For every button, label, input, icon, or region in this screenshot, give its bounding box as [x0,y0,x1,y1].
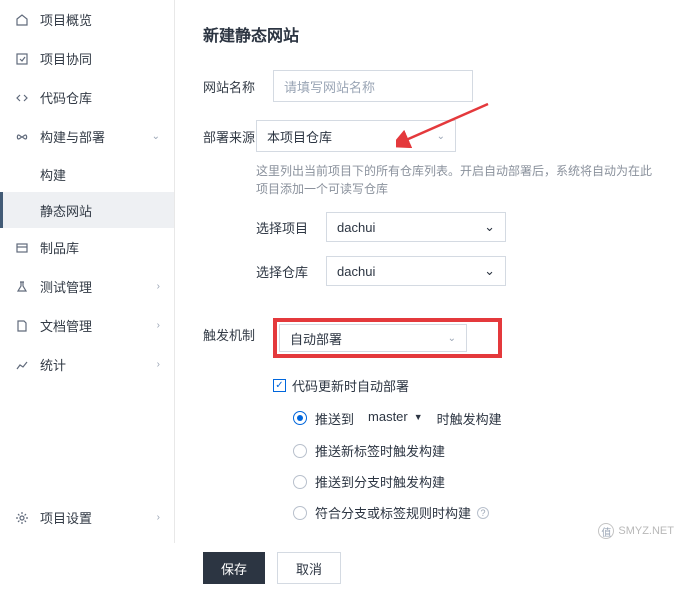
site-name-input[interactable]: 请填写网站名称 [273,70,473,102]
sidebar-label: 测试管理 [40,277,92,296]
sidebar-sub-build[interactable]: 构建 [0,156,174,192]
page-title: 新建静态网站 [203,22,656,46]
chevron-right-icon: › [157,281,160,292]
sidebar-label: 制品库 [40,238,79,257]
row-select-repo: 选择仓库 dachui ⌄ [256,256,656,286]
watermark: 值 SMYZ.NET [598,523,674,539]
checkbox-icon: ✓ [273,379,286,392]
sidebar-label: 构建与部署 [40,127,105,146]
code-icon [14,90,30,106]
document-icon [14,318,30,334]
check-square-icon [14,51,30,67]
opt-new-tag[interactable]: 推送新标签时触发构建 [293,441,502,460]
sidebar-label: 项目概览 [40,10,92,29]
save-button[interactable]: 保存 [203,552,265,584]
radio-icon [293,506,307,520]
flask-icon [14,279,30,295]
project-select[interactable]: dachui ⌄ [326,212,506,242]
sidebar-item-code[interactable]: 代码仓库 [0,78,174,117]
chevron-down-icon: ⌄ [448,333,456,344]
radio-icon [293,411,307,425]
gear-icon [14,510,30,526]
chart-icon [14,357,30,373]
trigger-label: 触发机制 [203,318,273,344]
opt-push-branch[interactable]: 推送到分支时触发构建 [293,472,502,491]
sidebar-label: 项目协同 [40,49,92,68]
sidebar-item-docs[interactable]: 文档管理 › [0,306,174,345]
row-trigger: 触发机制 自动部署 ⌄ ✓ 代码更新时自动部署 推送到 master ▼ [203,318,656,534]
sidebar-sub-static-site[interactable]: 静态网站 [0,192,174,228]
sidebar-label: 文档管理 [40,316,92,335]
chevron-right-icon: › [157,512,160,523]
radio-icon [293,475,307,489]
info-icon: ? [477,507,489,519]
sidebar-item-collab[interactable]: 项目协同 [0,39,174,78]
opt-match-rule[interactable]: 符合分支或标签规则时构建 ? [293,503,502,522]
sidebar-item-test[interactable]: 测试管理 › [0,267,174,306]
chevron-right-icon: › [157,320,160,331]
chevron-right-icon: › [157,359,160,370]
sidebar-item-settings[interactable]: 项目设置 › [0,498,174,537]
row-select-project: 选择项目 dachui ⌄ [256,212,656,242]
sidebar: 项目概览 项目协同 代码仓库 构建与部署 ⌄ 构建 静态网站 制品库 测试管理 … [0,0,175,543]
row-deploy-source: 部署来源 本项目仓库 ⌄ 这里列出当前项目下的所有仓库列表。开启自动部署后，系统… [203,120,656,300]
deploy-source-select[interactable]: 本项目仓库 ⌄ [256,120,456,152]
deploy-source-label: 部署来源 [203,120,256,146]
highlight-annotation: 自动部署 ⌄ [273,318,502,358]
auto-deploy-checkbox-row[interactable]: ✓ 代码更新时自动部署 [273,376,502,395]
chevron-down-icon: ⌄ [484,219,495,235]
button-row: 保存 取消 [203,552,656,584]
home-icon [14,12,30,28]
infinity-icon [14,129,30,145]
sidebar-item-build-deploy[interactable]: 构建与部署 ⌄ [0,117,174,156]
opt-push-to[interactable]: 推送到 master ▼ 时触发构建 [293,407,502,429]
cancel-button[interactable]: 取消 [277,552,341,584]
site-name-label: 网站名称 [203,70,273,96]
chevron-down-icon: ⌄ [484,263,495,279]
main-content: 新建静态网站 网站名称 请填写网站名称 部署来源 本项目仓库 ⌄ 这里列出当前项… [175,0,680,602]
sidebar-label: 项目设置 [40,508,92,527]
triangle-down-icon: ▼ [414,412,423,422]
radio-icon [293,444,307,458]
sidebar-item-artifacts[interactable]: 制品库 [0,228,174,267]
trigger-select[interactable]: 自动部署 ⌄ [279,324,467,352]
sidebar-label: 统计 [40,355,66,374]
sidebar-label: 代码仓库 [40,88,92,107]
deploy-hint: 这里列出当前项目下的所有仓库列表。开启自动部署后，系统将自动为在此项目添加一个可… [256,162,656,198]
sidebar-item-overview[interactable]: 项目概览 [0,0,174,39]
chevron-down-icon: ⌄ [152,131,160,142]
row-site-name: 网站名称 请填写网站名称 [203,70,656,102]
chevron-down-icon: ⌄ [437,131,445,142]
branch-select[interactable]: master ▼ [360,407,431,429]
sidebar-item-stats[interactable]: 统计 › [0,345,174,384]
repo-select[interactable]: dachui ⌄ [326,256,506,286]
package-icon [14,240,30,256]
